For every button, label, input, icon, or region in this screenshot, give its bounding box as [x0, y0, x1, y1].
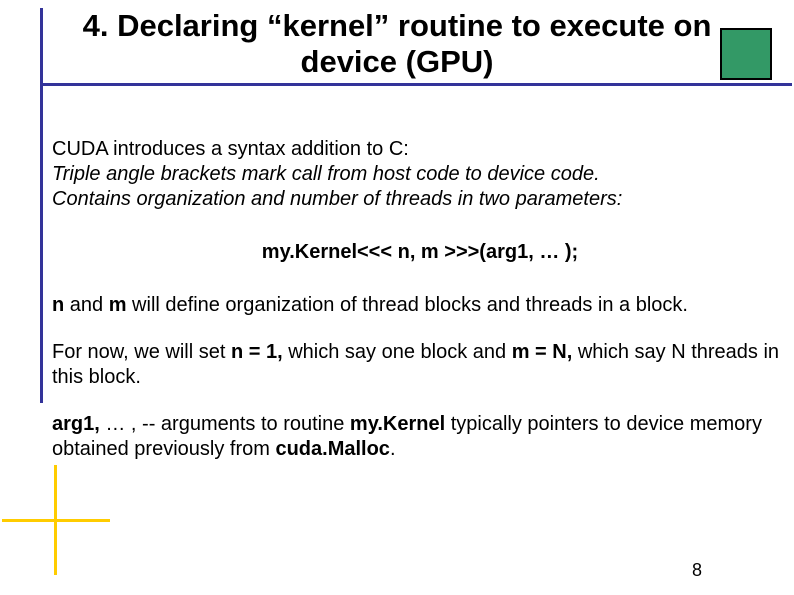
text: will define organization of thread block… [127, 294, 688, 316]
text: and [64, 294, 108, 316]
n-eq-1: n = 1, [231, 341, 283, 363]
text: For now, we will set [52, 341, 231, 363]
m-var: m [109, 294, 127, 316]
title-underline [40, 83, 792, 86]
paragraph-args: arg1, … , -- arguments to routine my.Ker… [52, 412, 788, 462]
m-eq-N: m = N, [512, 341, 573, 363]
text: . [390, 438, 396, 460]
slide-title: 4. Declaring “kernel” routine to execute… [0, 8, 794, 79]
intro-paragraph: CUDA introduces a syntax addition to C: … [52, 137, 788, 212]
text: which say one block and [283, 341, 512, 363]
page-number: 8 [692, 560, 702, 581]
paragraph-fornow: For now, we will set n = 1, which say on… [52, 340, 788, 390]
n-var: n [52, 294, 64, 316]
left-vertical-bar [40, 8, 43, 403]
paragraph-nm: n and m will define organization of thre… [52, 293, 788, 318]
content-area: CUDA introduces a syntax addition to C: … [52, 137, 788, 462]
italic-line-2: Contains organization and number of thre… [52, 187, 788, 212]
kernel-call-code: my.Kernel<<< n, m >>>(arg1, … ); [52, 240, 788, 265]
intro-line: CUDA introduces a syntax addition to C: [52, 137, 788, 162]
mykernel-label: my.Kernel [350, 413, 445, 435]
arg1-label: arg1, [52, 413, 100, 435]
title-area: 4. Declaring “kernel” routine to execute… [0, 0, 794, 86]
text: … , -- arguments to routine [100, 413, 350, 435]
italic-line-1: Triple angle brackets mark call from hos… [52, 162, 788, 187]
cudamalloc-label: cuda.Malloc [275, 438, 389, 460]
yellow-cross-vertical [54, 465, 57, 575]
slide: 4. Declaring “kernel” routine to execute… [0, 0, 794, 595]
